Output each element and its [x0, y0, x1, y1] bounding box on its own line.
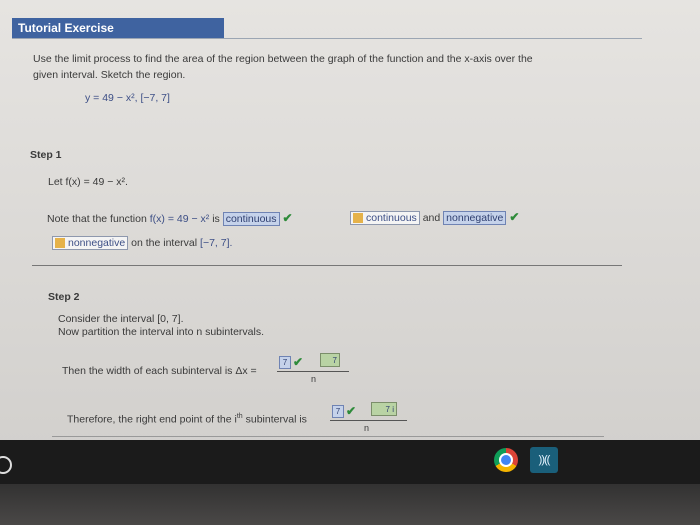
- app-icon[interactable]: ))((: [530, 447, 558, 473]
- problem-prompt-line2: given interval. Sketch the region.: [33, 69, 186, 81]
- exercise-screen: Tutorial Exercise Use the limit process …: [0, 0, 700, 450]
- check-icon: ✔: [293, 355, 304, 369]
- step2-consider: Consider the interval [0, 7].: [58, 313, 184, 325]
- fraction-bar: [277, 371, 349, 372]
- interval-label: on the interval: [131, 237, 198, 249]
- header-title: Tutorial Exercise: [12, 18, 224, 38]
- fraction-bar: [330, 420, 407, 421]
- bottom-divider: [52, 436, 604, 437]
- problem-function: y = 49 − x², [−7, 7]: [85, 92, 170, 104]
- step2-partition: Now partition the interval into n subint…: [58, 326, 265, 338]
- right-denominator: n: [364, 423, 370, 433]
- right-answer-input[interactable]: 7: [332, 405, 344, 418]
- key-icon: [55, 238, 65, 249]
- and-text: and: [422, 212, 441, 224]
- step2-title: Step 2: [48, 291, 80, 303]
- check-icon: ✔: [509, 210, 520, 224]
- chrome-icon[interactable]: [494, 448, 518, 472]
- step1-title: Step 1: [30, 149, 62, 161]
- answer-continuous-input[interactable]: continuous: [222, 212, 280, 226]
- width-answer-input[interactable]: 7: [279, 356, 291, 369]
- step1-let: Let f(x) = 49 − x².: [48, 176, 128, 188]
- note-is: is: [212, 213, 220, 225]
- answer-nonnegative-hint[interactable]: nonnegative: [52, 236, 129, 250]
- width-hint-box[interactable]: 7: [320, 353, 340, 367]
- right-endpoint-text: Therefore, the right end point of the it…: [67, 413, 307, 426]
- width-denominator: n: [311, 374, 317, 384]
- interval-value: [−7, 7].: [200, 237, 233, 249]
- problem-prompt-line1: Use the limit process to find the area o…: [33, 53, 533, 65]
- step1-note: Note that the function f(x) = 49 − x² is…: [47, 211, 293, 226]
- step-divider: [32, 265, 622, 266]
- width-text: Then the width of each subinterval is Δx…: [62, 365, 257, 377]
- note-prefix: Note that the function: [47, 213, 147, 225]
- step1-interval-line: nonnegative on the interval [−7, 7].: [52, 236, 232, 250]
- answer-continuous-hint[interactable]: continuous: [350, 211, 420, 225]
- check-icon: ✔: [282, 211, 293, 225]
- step1-options: continuous and nonnegative ✔: [350, 210, 519, 225]
- note-math: f(x) = 49 − x²: [149, 213, 210, 225]
- check-icon: ✔: [346, 404, 357, 418]
- answer-nonnegative-input[interactable]: nonnegative: [443, 211, 507, 225]
- header-divider: [12, 38, 642, 39]
- key-icon: [353, 213, 363, 224]
- taskbar: [0, 440, 700, 484]
- right-hint-box[interactable]: 7 i: [371, 402, 397, 416]
